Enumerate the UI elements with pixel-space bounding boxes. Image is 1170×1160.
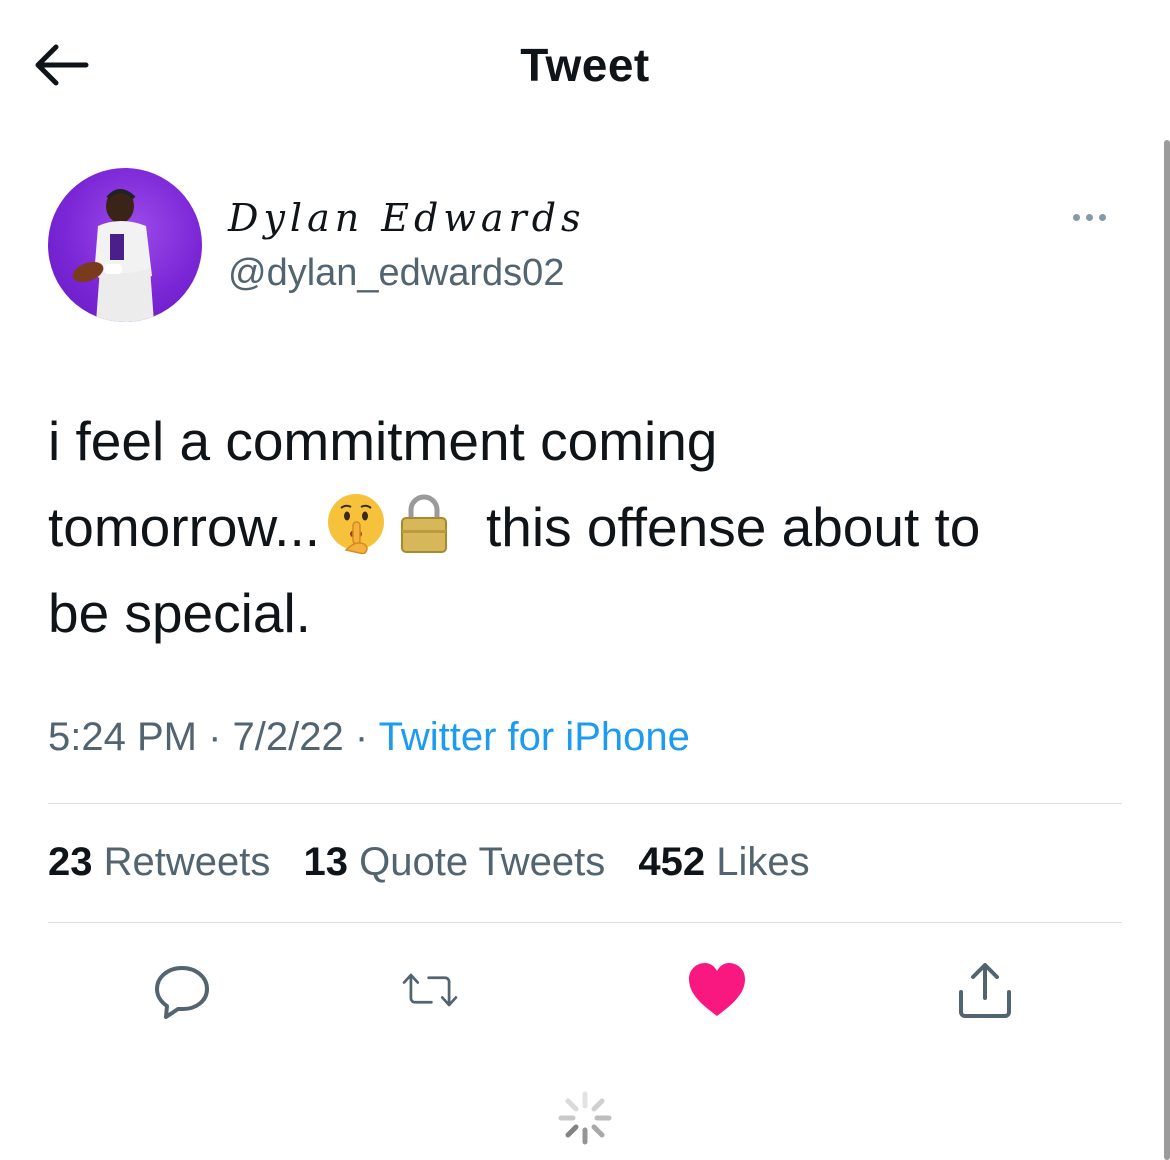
tweet-text-line1: i feel a commitment coming — [48, 410, 718, 472]
retweets-count: 23 — [48, 840, 93, 884]
divider — [48, 803, 1122, 804]
more-options-icon[interactable] — [1070, 205, 1120, 231]
loading-spinner-icon — [558, 1091, 612, 1145]
retweets-stat[interactable]: 23 Retweets — [48, 840, 270, 884]
likes-count: 452 — [638, 840, 706, 884]
quote-tweets-count: 13 — [303, 840, 349, 884]
quote-tweets-label: Quote Tweets — [359, 840, 606, 884]
scrollbar[interactable] — [1164, 140, 1170, 1160]
reply-icon[interactable] — [152, 960, 212, 1020]
heart-icon[interactable] — [686, 960, 748, 1020]
likes-label: Likes — [716, 840, 810, 884]
divider — [48, 922, 1122, 923]
tweet-text-line2: tomorrow... — [48, 496, 321, 558]
share-icon[interactable] — [955, 960, 1015, 1020]
avatar[interactable] — [48, 168, 202, 322]
shushing-face-icon — [328, 494, 385, 554]
tweet-metadata: 5:24 PM · 7/2/22 · Twitter for iPhone — [48, 715, 690, 760]
likes-stat[interactable]: 452 Likes — [638, 840, 809, 884]
player-photo-icon — [72, 189, 154, 322]
author-handle[interactable]: @dylan_edwards02 — [228, 252, 564, 295]
tweet-text: i feel a commitment coming tomorrow... t… — [48, 398, 1138, 656]
separator: · — [208, 715, 222, 759]
lock-icon — [401, 494, 448, 553]
tweet-source-link[interactable]: Twitter for iPhone — [379, 715, 690, 759]
quote-tweets-stat[interactable]: 13 Quote Tweets — [304, 840, 606, 884]
tweet-text-line2-end: this offense about to — [486, 496, 981, 558]
separator: · — [354, 715, 369, 759]
page-title: Tweet — [520, 39, 650, 91]
retweet-icon[interactable] — [400, 960, 460, 1020]
author-display-name[interactable]: Dylan Edwards — [228, 196, 586, 240]
retweets-label: Retweets — [103, 840, 271, 884]
top-bar: Tweet — [0, 0, 1170, 135]
tweet-date: 7/2/22 — [232, 715, 344, 759]
tweet-text-line3: be special. — [48, 582, 311, 644]
tweet-stats: 23 Retweets 13 Quote Tweets 452 Likes — [48, 840, 832, 885]
tweet-time: 5:24 PM — [48, 715, 197, 759]
